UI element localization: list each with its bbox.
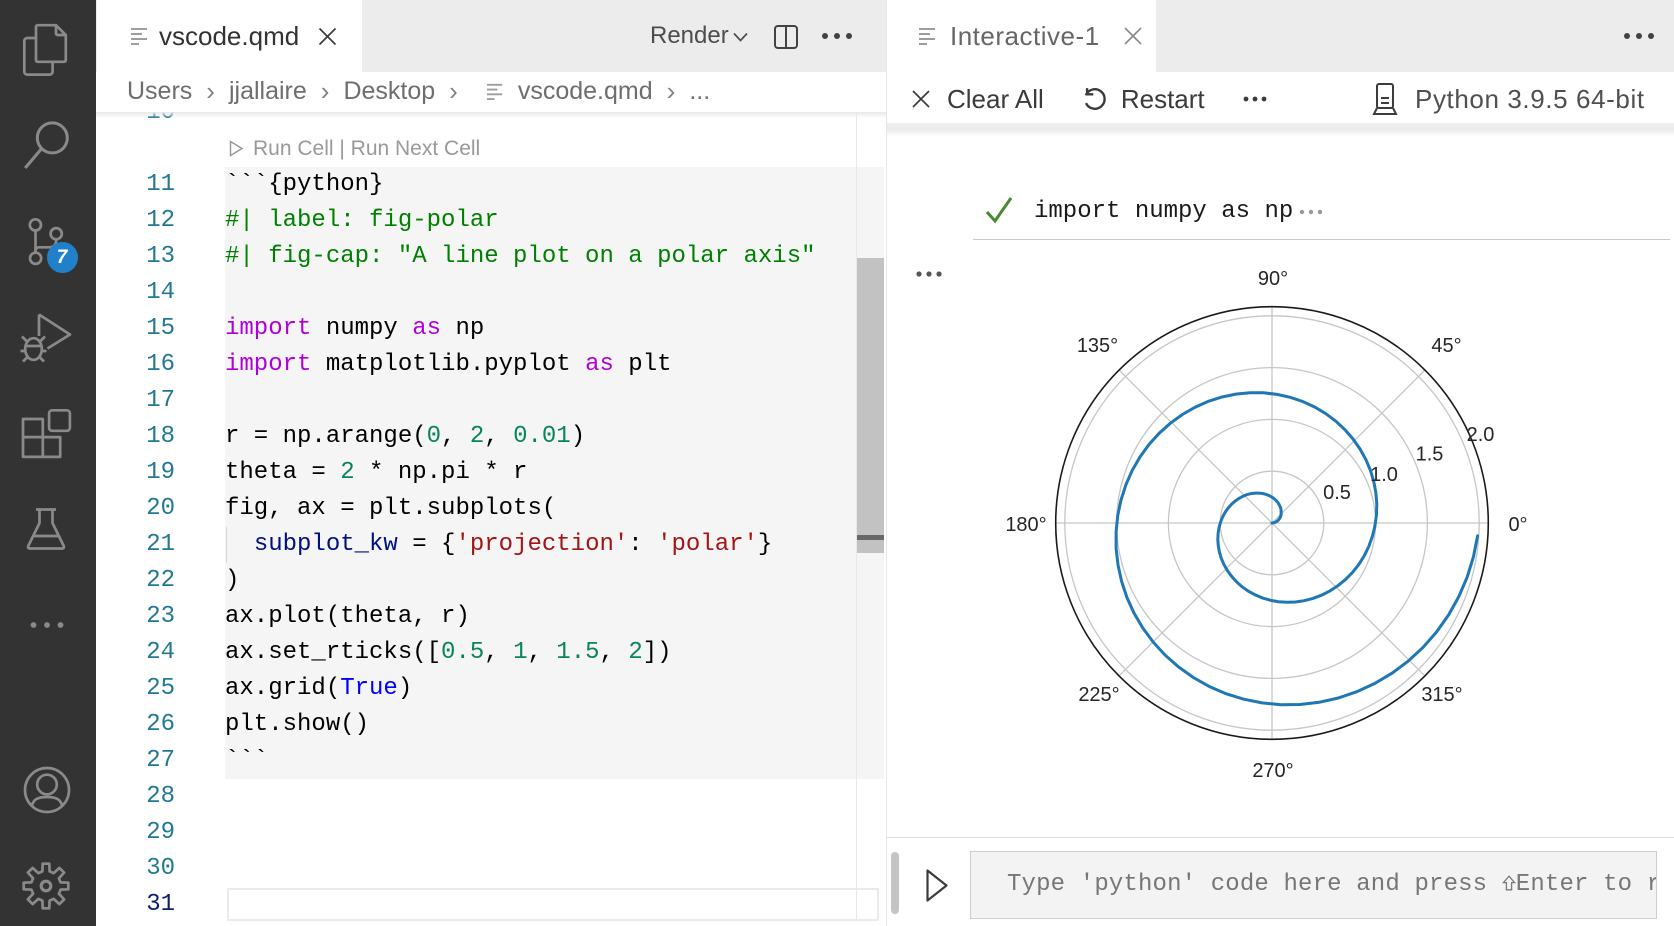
svg-text:45°: 45° [1431, 335, 1461, 357]
svg-text:90°: 90° [1258, 268, 1288, 290]
svg-text:1.0: 1.0 [1370, 464, 1398, 486]
svg-text:270°: 270° [1252, 760, 1293, 782]
svg-text:315°: 315° [1421, 684, 1462, 706]
svg-text:180°: 180° [1005, 514, 1046, 536]
svg-text:225°: 225° [1078, 684, 1119, 706]
svg-text:0.5: 0.5 [1323, 482, 1351, 504]
svg-text:135°: 135° [1077, 335, 1118, 357]
svg-text:0°: 0° [1508, 514, 1527, 536]
svg-text:1.5: 1.5 [1416, 444, 1444, 466]
svg-text:2.0: 2.0 [1467, 424, 1495, 446]
